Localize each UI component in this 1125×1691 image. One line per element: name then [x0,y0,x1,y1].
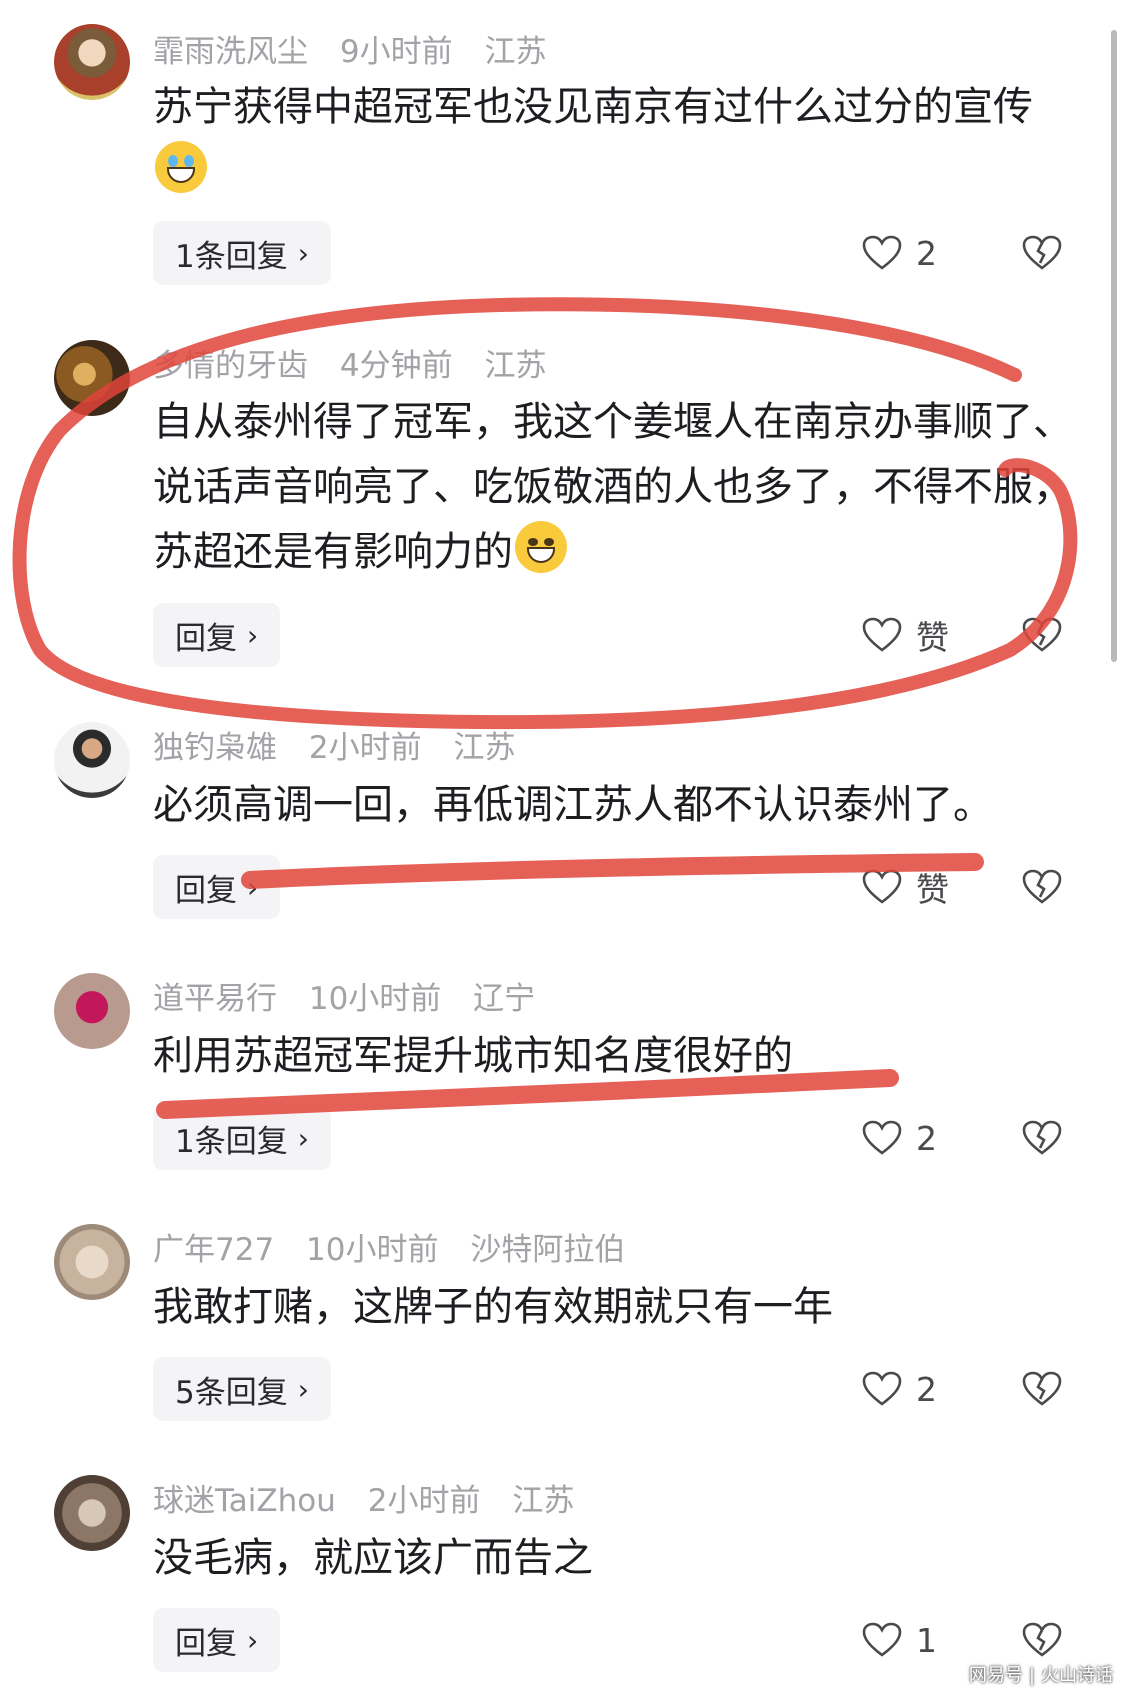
chevron-right-icon: › [247,1623,259,1657]
username[interactable]: 广年727 [153,1232,274,1268]
chevron-right-icon: › [247,870,259,904]
heart-icon [862,235,902,271]
broken-heart-icon [1022,1120,1062,1156]
comment-meta: 广年727 10小时前 沙特阿拉伯 [153,1224,647,1269]
broken-heart-icon [1022,869,1062,905]
username[interactable]: 球迷TaiZhou [153,1483,336,1519]
heart-icon [862,1622,902,1658]
like-count: 2 [916,1369,937,1409]
location: 沙特阿拉伯 [470,1232,626,1268]
location: 江苏 [484,34,547,70]
comment-meta: 多情的牙齿 4分钟前 江苏 [153,340,568,385]
avatar[interactable] [54,340,130,416]
comment-meta: 球迷TaiZhou 2小时前 江苏 [153,1475,596,1520]
chevron-right-icon: › [297,1121,309,1155]
timestamp: 2小时前 [367,1483,481,1519]
chevron-right-icon: › [297,1372,309,1406]
dislike-button[interactable] [1022,1106,1062,1170]
like-count: 赞 [916,618,949,657]
timestamp: 4分钟前 [339,348,453,384]
reply-button[interactable]: 1条回复 › [153,221,331,285]
comment-text: 苏宁获得中超冠军也没见南京有过什么过分的宣传 [153,75,1078,205]
comment-text: 没毛病，就应该广而告之 [153,1535,593,1581]
chevron-right-icon: › [247,618,259,652]
broken-heart-icon [1022,1371,1062,1407]
like-button[interactable]: 赞 [862,855,949,919]
heart-icon [862,1120,902,1156]
like-button[interactable]: 2 [862,1106,937,1170]
like-button[interactable]: 赞 [862,603,949,667]
reply-button[interactable]: 1条回复 › [153,1106,331,1170]
scrollbar[interactable] [1111,30,1117,662]
comment-text: 我敢打赌，这牌子的有效期就只有一年 [153,1284,833,1330]
location: 江苏 [453,730,516,766]
reply-button[interactable]: 回复 › [153,1608,281,1672]
username[interactable]: 独钓枭雄 [153,730,277,766]
comment-meta: 霏雨洗风尘 9小时前 江苏 [153,26,568,71]
like-count: 2 [916,233,937,273]
heart-icon [862,1371,902,1407]
heart-icon [862,617,902,653]
dislike-button[interactable] [1022,855,1062,919]
username[interactable]: 多情的牙齿 [153,348,308,384]
like-button[interactable]: 2 [862,1357,937,1421]
broken-heart-icon [1022,617,1062,653]
timestamp: 9小时前 [339,34,453,70]
like-count: 赞 [916,870,949,909]
location: 江苏 [512,1483,575,1519]
location: 辽宁 [473,981,536,1017]
username[interactable]: 霏雨洗风尘 [153,34,308,70]
reply-button[interactable]: 5条回复 › [153,1357,331,1421]
like-count: 2 [916,1118,937,1158]
username[interactable]: 道平易行 [153,981,277,1017]
dislike-button[interactable] [1022,1357,1062,1421]
heart-icon [862,869,902,905]
watermark: 网易号 | 火山诗话 [968,1665,1113,1686]
comment-text: 自从泰州得了冠军，我这个姜堰人在南京办事顺了、说话声音响亮了、吃饭敬酒的人也多了… [153,399,1073,575]
comment-meta: 道平易行 10小时前 辽宁 [153,973,557,1018]
like-count: 1 [916,1620,937,1660]
dislike-button[interactable] [1022,603,1062,667]
avatar[interactable] [54,24,130,100]
crying-laughing-emoji-icon [155,141,207,193]
broken-heart-icon [1022,1622,1062,1658]
timestamp: 10小时前 [306,1232,439,1268]
comment-text: 利用苏超冠军提升城市知名度很好的 [153,1033,793,1079]
avatar[interactable] [54,722,130,798]
timestamp: 10小时前 [308,981,442,1017]
like-button[interactable]: 2 [862,221,937,285]
avatar[interactable] [54,973,130,1049]
comment-text: 必须高调一回，再低调江苏人都不认识泰州了。 [153,782,993,828]
dislike-button[interactable] [1022,221,1062,285]
reply-button[interactable]: 回复 › [153,603,281,667]
comment-meta: 独钓枭雄 2小时前 江苏 [153,722,537,767]
grinning-emoji-icon [515,521,567,573]
like-button[interactable]: 1 [862,1608,937,1672]
broken-heart-icon [1022,235,1062,271]
timestamp: 2小时前 [308,730,422,766]
reply-button[interactable]: 回复 › [153,855,281,919]
avatar[interactable] [54,1224,130,1300]
avatar[interactable] [54,1475,130,1551]
location: 江苏 [484,348,547,384]
chevron-right-icon: › [297,236,309,270]
